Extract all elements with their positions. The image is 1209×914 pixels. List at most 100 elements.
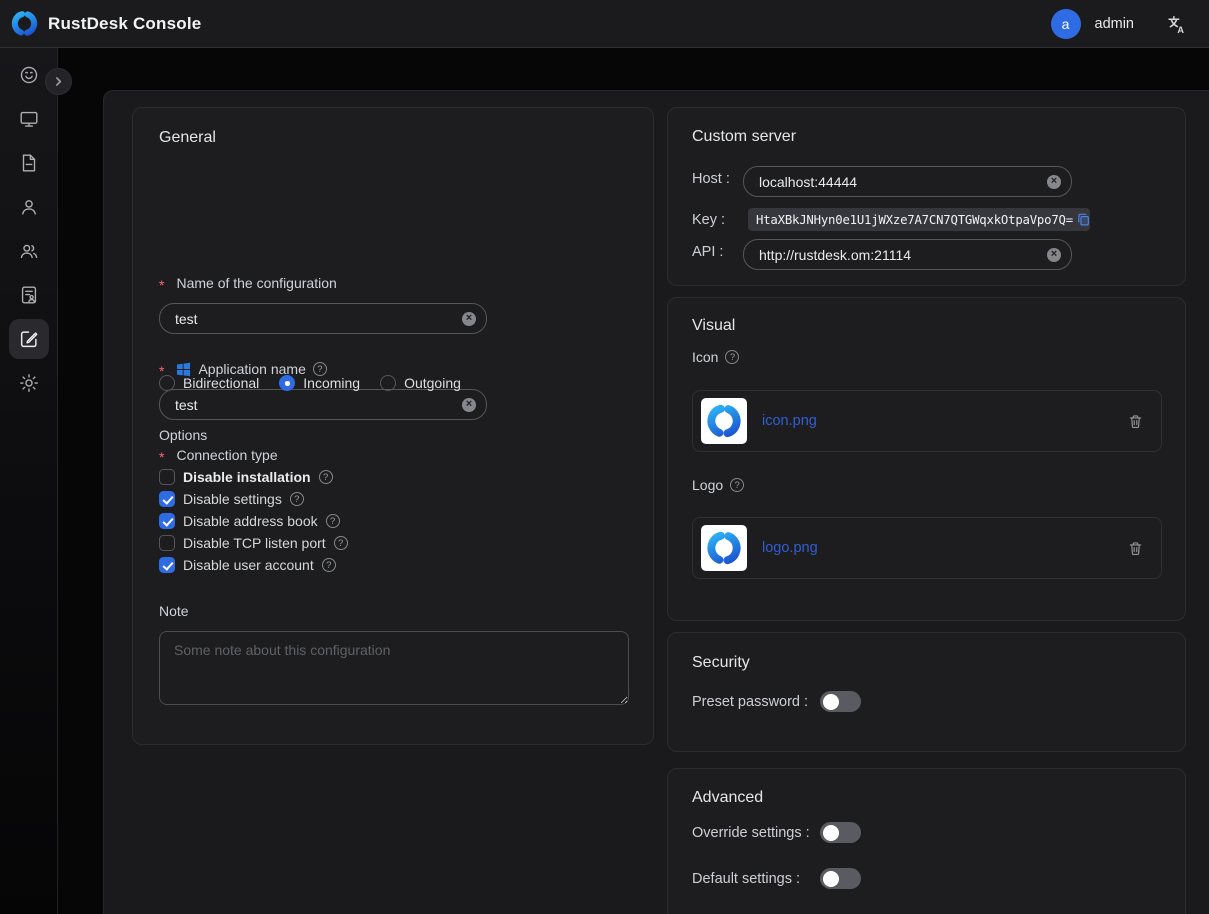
preset-password-toggle[interactable]: [820, 691, 861, 712]
smiley-icon: [18, 64, 40, 86]
checkbox[interactable]: [159, 513, 175, 529]
language-translate-icon[interactable]: A: [1166, 14, 1187, 35]
host-input[interactable]: [744, 174, 1047, 190]
sidebar-item-groups[interactable]: [9, 231, 49, 271]
option-label: Disable installation: [183, 469, 311, 485]
sidebar-item-custom-clients[interactable]: [9, 319, 49, 359]
icon-file-link[interactable]: icon.png: [762, 413, 817, 429]
app-title: RustDesk Console: [48, 14, 201, 34]
app-name-input-wrap: [159, 389, 487, 420]
host-label: Host :: [692, 171, 730, 187]
custom-server-title: Custom server: [692, 128, 796, 146]
default-settings-toggle[interactable]: [820, 868, 861, 889]
sidebar: [0, 48, 58, 914]
api-input[interactable]: [744, 247, 1047, 263]
checkbox[interactable]: [159, 557, 175, 573]
sidebar-expand-button[interactable]: [45, 68, 72, 95]
option-label: Disable address book: [183, 513, 318, 529]
icon-upload-label: Icon: [692, 349, 739, 365]
help-icon[interactable]: [319, 470, 333, 484]
option-disable-tcp-listen-port[interactable]: Disable TCP listen port: [159, 533, 348, 553]
logo-upload-box: logo.png: [692, 517, 1162, 579]
connection-type-radios: Bidirectional Incoming Outgoing: [159, 375, 461, 391]
key-label: Key :: [692, 212, 725, 228]
radio-bidirectional[interactable]: Bidirectional: [159, 375, 259, 391]
clear-icon[interactable]: [462, 398, 476, 412]
app-name-input[interactable]: [160, 397, 462, 413]
radio-outgoing[interactable]: Outgoing: [380, 375, 461, 391]
user-group-icon: [18, 240, 40, 262]
sidebar-item-devices[interactable]: [9, 99, 49, 139]
trash-icon[interactable]: [1128, 541, 1143, 556]
option-disable-installation[interactable]: Disable installation: [159, 467, 333, 487]
radio-circle[interactable]: [279, 375, 295, 391]
copy-icon[interactable]: [1077, 213, 1090, 226]
logo-upload-label: Logo: [692, 477, 744, 493]
general-card-title: General: [159, 129, 216, 147]
default-settings-label: Default settings :: [692, 871, 800, 887]
option-disable-settings[interactable]: Disable settings: [159, 489, 304, 509]
chevron-right-icon: [53, 76, 64, 87]
advanced-title: Advanced: [692, 789, 763, 807]
user-icon: [18, 196, 40, 218]
settings-gear-icon: [18, 372, 40, 394]
visual-card: Visual Icon icon.png: [667, 297, 1186, 621]
clear-icon[interactable]: [462, 312, 476, 326]
icon-upload-box: icon.png: [692, 390, 1162, 452]
connection-type-label: Connection type: [159, 447, 278, 463]
top-bar: RustDesk Console a admin A: [0, 0, 1209, 48]
help-icon[interactable]: [730, 478, 744, 492]
sidebar-item-dashboard[interactable]: [9, 55, 49, 95]
option-disable-user-account[interactable]: Disable user account: [159, 555, 336, 575]
option-label: Disable user account: [183, 557, 314, 573]
config-name-input-wrap: [159, 303, 487, 334]
logo-file-link[interactable]: logo.png: [762, 540, 818, 556]
visual-title: Visual: [692, 317, 735, 335]
sidebar-item-audit[interactable]: [9, 275, 49, 315]
user-avatar[interactable]: a: [1051, 9, 1081, 39]
server-key-chip: HtaXBkJNHyn0e1U1jWXze7A7CN7QTGWqxkOtpaVp…: [748, 208, 1090, 231]
options-label: Options: [159, 427, 207, 443]
api-label: API :: [692, 244, 723, 260]
checkbox[interactable]: [159, 535, 175, 551]
document-icon: [18, 152, 40, 174]
logo-thumbnail: [701, 525, 747, 571]
help-icon[interactable]: [290, 492, 304, 506]
server-key-value: HtaXBkJNHyn0e1U1jWXze7A7CN7QTGWqxkOtpaVp…: [756, 213, 1073, 227]
preset-password-label: Preset password :: [692, 694, 808, 710]
override-settings-toggle[interactable]: [820, 822, 861, 843]
icon-thumbnail: [701, 398, 747, 444]
note-label: Note: [159, 603, 189, 619]
rustdesk-logo-icon: [10, 9, 39, 38]
note-textarea[interactable]: [159, 631, 629, 705]
sidebar-item-settings[interactable]: [9, 363, 49, 403]
checkbox[interactable]: [159, 469, 175, 485]
clear-icon[interactable]: [1047, 248, 1061, 262]
trash-icon[interactable]: [1128, 414, 1143, 429]
sidebar-item-users[interactable]: [9, 187, 49, 227]
host-input-wrap: [743, 166, 1072, 197]
help-icon[interactable]: [334, 536, 348, 550]
radio-incoming[interactable]: Incoming: [279, 375, 360, 391]
config-name-label: Name of the configuration: [159, 275, 337, 291]
brand: RustDesk Console: [0, 9, 201, 38]
option-label: Disable TCP listen port: [183, 535, 326, 551]
clear-icon[interactable]: [1047, 175, 1061, 189]
config-name-input[interactable]: [160, 311, 462, 327]
radio-circle[interactable]: [380, 375, 396, 391]
help-icon[interactable]: [322, 558, 336, 572]
api-input-wrap: [743, 239, 1072, 270]
help-icon[interactable]: [725, 350, 739, 364]
security-title: Security: [692, 654, 750, 672]
override-settings-label: Override settings :: [692, 825, 810, 841]
option-disable-address-book[interactable]: Disable address book: [159, 511, 340, 531]
checkbox[interactable]: [159, 491, 175, 507]
help-icon[interactable]: [313, 362, 327, 376]
general-card: General Name of the configuration Applic…: [132, 107, 654, 745]
help-icon[interactable]: [326, 514, 340, 528]
user-name[interactable]: admin: [1095, 16, 1135, 32]
sidebar-item-logs[interactable]: [9, 143, 49, 183]
main-panel: General Name of the configuration Applic…: [103, 90, 1209, 914]
option-label: Disable settings: [183, 491, 282, 507]
radio-circle[interactable]: [159, 375, 175, 391]
